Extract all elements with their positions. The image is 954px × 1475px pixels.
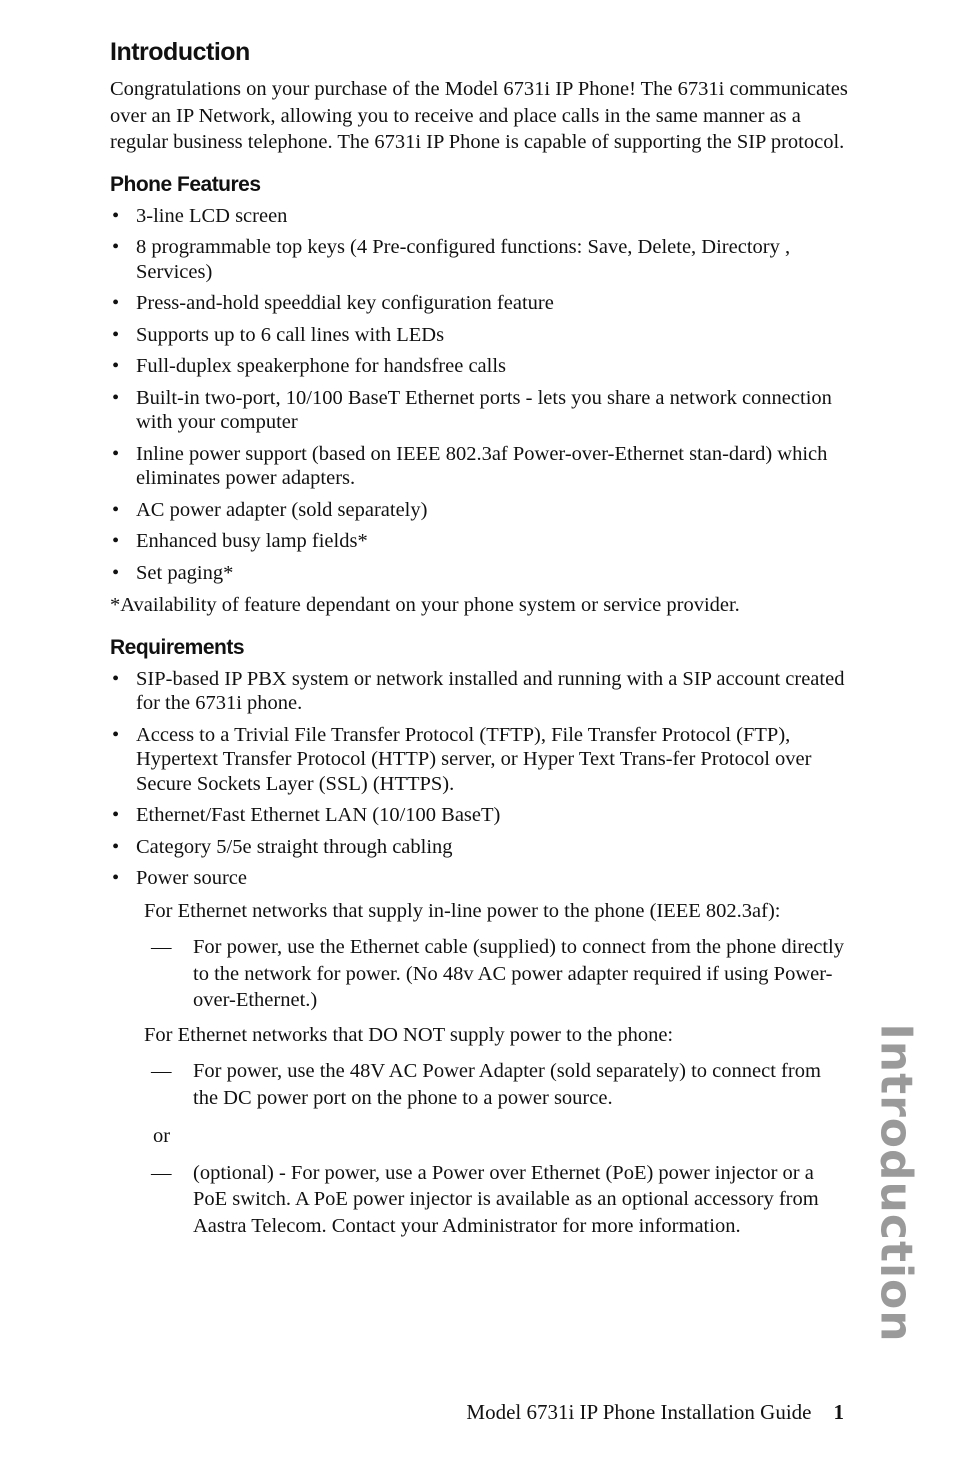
bullet-icon: • bbox=[112, 867, 120, 889]
features-list: • 3-line LCD screen • 8 programmable top k… bbox=[110, 204, 850, 586]
bullet-icon: • bbox=[112, 236, 120, 258]
dash-icon: — bbox=[151, 1161, 172, 1184]
list-item: • Category 5/5e straight through cabling bbox=[112, 835, 453, 858]
availability-footnote: *Availability of feature dependant on yo… bbox=[110, 594, 740, 616]
list-item: • Press-and-hold speeddial key configurat… bbox=[112, 292, 554, 314]
page-content: Introduction Congratulations on your pur… bbox=[110, 34, 850, 1247]
or-separator: or bbox=[153, 1125, 171, 1147]
list-item: • Built-in two-port, 10/100 BaseT Etherne… bbox=[112, 386, 832, 434]
bullet-icon: • bbox=[112, 204, 120, 227]
intro-paragraph: Congratulations on your purchase of the … bbox=[110, 78, 848, 153]
side-tab-label: Introduction bbox=[870, 1022, 922, 1343]
list-item: • 3-line LCD screen bbox=[112, 204, 288, 227]
poe-intro: For Ethernet networks that supply in-lin… bbox=[144, 899, 781, 922]
list-item: • Enhanced busy lamp fields* bbox=[112, 530, 368, 552]
bullet-icon: • bbox=[112, 323, 120, 346]
bullet-icon: • bbox=[112, 292, 120, 314]
bullet-icon: • bbox=[112, 530, 120, 552]
list-item: • AC power adapter (sold separately) bbox=[112, 498, 428, 521]
page-title: Introduction bbox=[110, 38, 250, 66]
requirements-list: • SIP-based IP PBX system or network inst… bbox=[110, 667, 850, 891]
section-title-requirements: Requirements bbox=[110, 635, 245, 659]
section-title-phone-features: Phone Features bbox=[110, 172, 261, 196]
poe-item: — For power, use the Ethernet cable (supp… bbox=[151, 936, 844, 1011]
list-item: • Set paging* bbox=[112, 561, 234, 584]
dash-icon: — bbox=[151, 1060, 172, 1082]
non-poe-item-adapter: — For power, use the 48V AC Power Adapter… bbox=[151, 1060, 821, 1109]
bullet-icon: • bbox=[112, 442, 120, 465]
bullet-icon: • bbox=[112, 835, 120, 858]
list-item: • Power source bbox=[112, 867, 248, 889]
bullet-icon: • bbox=[112, 498, 120, 521]
non-poe-item-injector: — (optional) - For power, use a Power ove… bbox=[151, 1161, 819, 1237]
bullet-icon: • bbox=[112, 355, 120, 377]
non-poe-intro: For Ethernet networks that DO NOT supply… bbox=[144, 1023, 674, 1046]
bullet-icon: • bbox=[112, 804, 120, 826]
bullet-icon: • bbox=[112, 386, 120, 409]
list-item: • 8 programmable top keys (4 Pre-configur… bbox=[112, 236, 791, 283]
dash-icon: — bbox=[151, 936, 172, 958]
list-item: • Supports up to 6 call lines with LEDs bbox=[112, 323, 445, 346]
list-item: • SIP-based IP PBX system or network inst… bbox=[112, 667, 845, 715]
bullet-icon: • bbox=[112, 667, 120, 690]
list-item: • Access to a Trivial File Transfer Proto… bbox=[112, 723, 812, 795]
list-item: • Inline power support (based on IEEE 802… bbox=[112, 442, 828, 490]
footer-title: Model 6731i IP Phone Installation Guide bbox=[466, 1400, 812, 1424]
section-side-tab: Introduction bbox=[871, 1010, 922, 1355]
list-item: • Ethernet/Fast Ethernet LAN (10/100 Base… bbox=[112, 804, 501, 826]
bullet-icon: • bbox=[112, 561, 120, 584]
bullet-icon: • bbox=[112, 723, 120, 746]
page-number: 1 bbox=[833, 1400, 845, 1424]
list-item: • Full-duplex speakerphone for handsfree … bbox=[112, 355, 507, 377]
page-footer: Model 6731i IP Phone Installation Guide 1 bbox=[466, 1400, 844, 1425]
